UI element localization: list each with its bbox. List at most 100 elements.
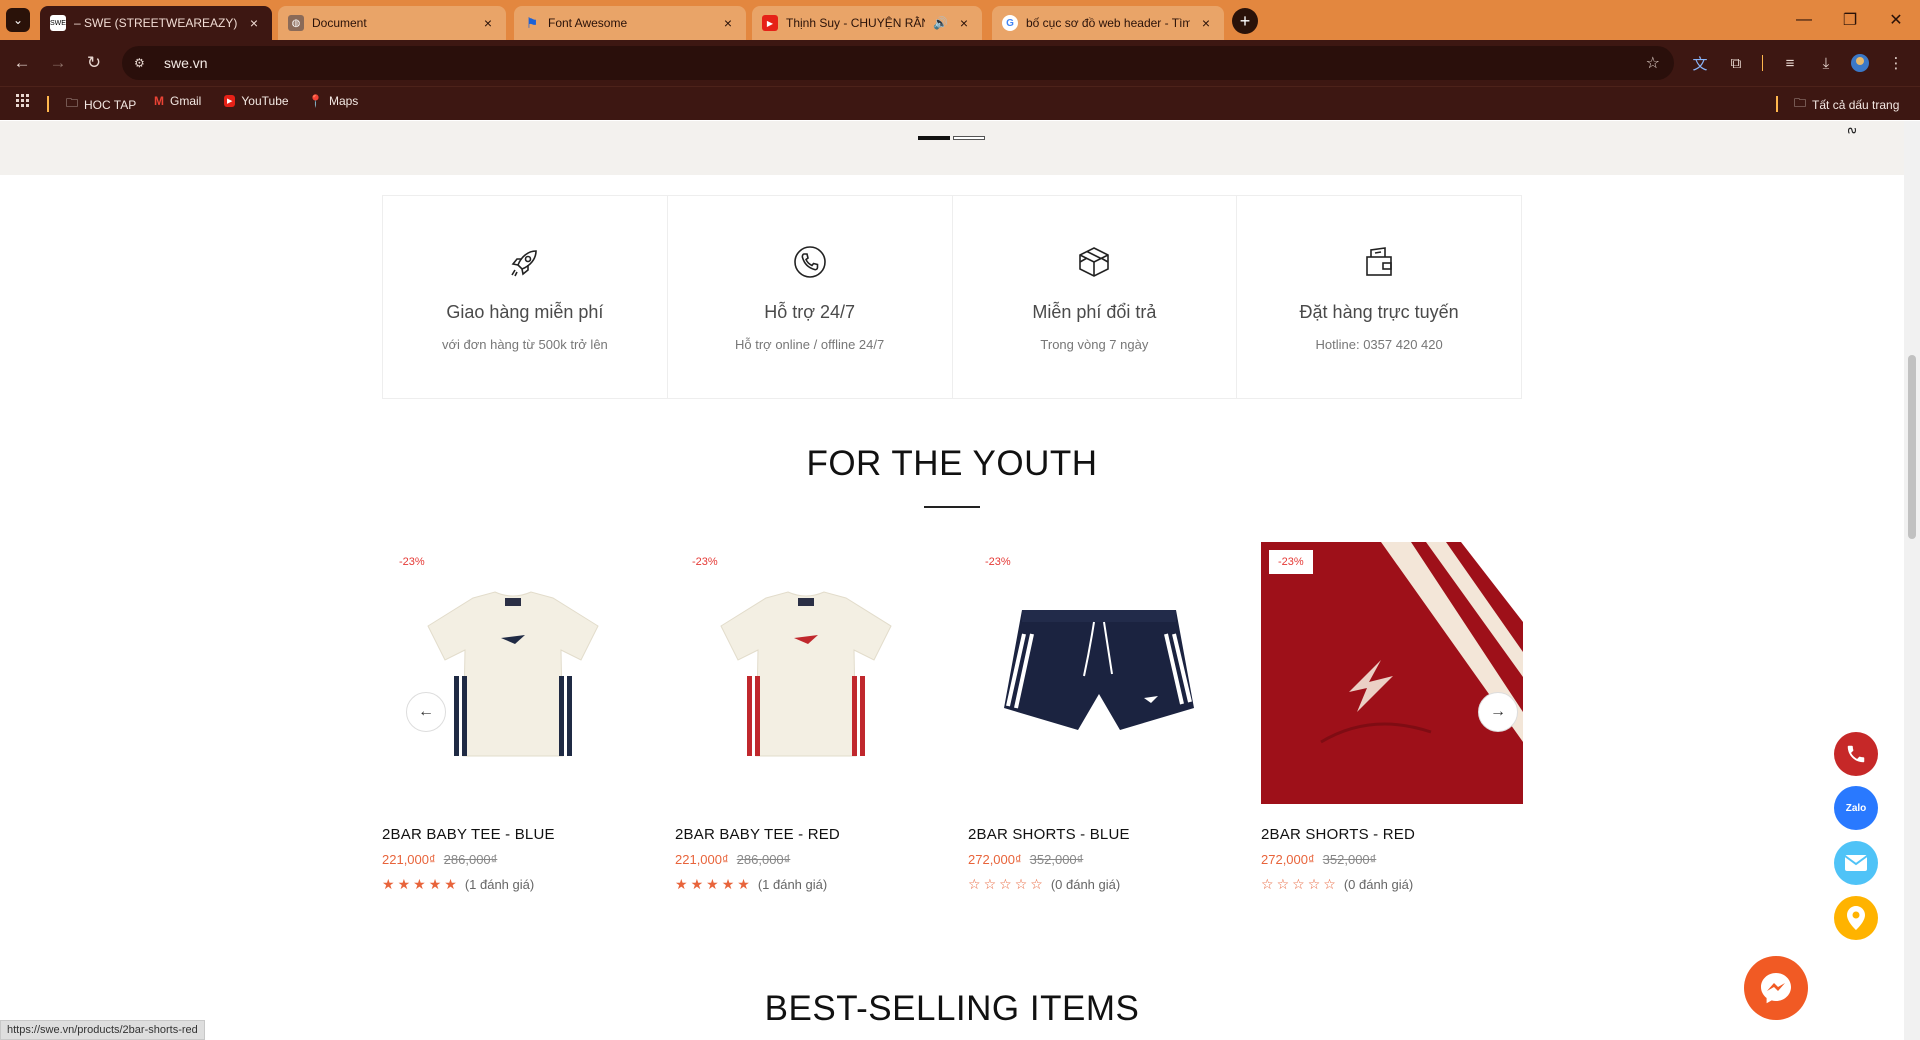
product-price: 221,000₫ — [675, 852, 729, 867]
product-card[interactable]: -23% 2BAR SHORTS - BLUE 272,000₫ 352,000… — [968, 542, 1230, 893]
tab-font-awesome[interactable]: ⚑ Font Awesome × — [514, 6, 746, 40]
bookmark-star-icon[interactable]: ☆ — [1646, 53, 1660, 73]
site-info-icon[interactable]: ⚙ — [134, 56, 154, 70]
product-image[interactable]: -23% — [1261, 542, 1523, 804]
price-row: 221,000₫ 286,000₫ — [382, 852, 644, 867]
all-bookmarks-label: Tất cả dấu trang — [1812, 97, 1900, 112]
product-name[interactable]: 2BAR BABY TEE - BLUE — [382, 826, 644, 843]
review-count: (0 đánh giá) — [1050, 877, 1121, 892]
star-outline-icon: ☆ — [968, 876, 981, 892]
youtube-icon: ▶ — [224, 95, 236, 107]
star-outline-icon: ☆ — [1292, 876, 1305, 892]
page-scrollbar[interactable] — [1904, 121, 1920, 1040]
carousel-prev-button[interactable]: ← — [406, 692, 446, 732]
close-icon[interactable]: × — [720, 15, 736, 31]
bookmarks-bar: 🗀 HOC TAP M Gmail ▶ YouTube 📍 Maps 🗀 Tất… — [0, 86, 1920, 120]
close-icon[interactable]: × — [956, 15, 972, 31]
product-rating: ★ ★ ★ ★ ★ (1 đánh giá) — [382, 876, 644, 893]
email-button[interactable] — [1834, 841, 1878, 885]
new-tab-button[interactable]: + — [1232, 8, 1258, 34]
bookmarks-separator — [47, 96, 49, 112]
star-icon: ★ — [428, 876, 442, 892]
product-old-price: 352,000₫ — [1029, 852, 1084, 867]
bookmark-label: Gmail — [170, 94, 202, 108]
close-icon[interactable]: × — [480, 15, 496, 31]
forward-arrow-icon[interactable]: → — [45, 50, 71, 76]
translate-icon[interactable]: 文 — [1688, 52, 1712, 74]
bookmark-label: YouTube — [241, 94, 289, 108]
star-icon: ★ — [721, 876, 735, 892]
product-rating: ☆ ☆ ☆ ☆ ☆ (0 đánh giá) — [968, 876, 1230, 893]
feature-subtitle: Trong vòng 7 ngày — [1040, 337, 1149, 352]
feature-subtitle: Hotline: 0357 420 420 — [1315, 337, 1443, 352]
address-bar[interactable]: ⚙ swe.vn ☆ — [122, 46, 1674, 80]
product-price: 272,000₫ — [1261, 852, 1315, 867]
product-card[interactable]: -23% 2BAR BABY TEE - RED 221,000₫ 286,00… — [675, 542, 937, 893]
product-image[interactable]: -23% — [968, 542, 1230, 804]
browser-toolbar: ← → ↻ ⚙ swe.vn ☆ 文 ⧉ ≡ ⤓ ⋮ — [0, 40, 1920, 86]
more-menu-icon[interactable]: ⋮ — [1884, 52, 1908, 74]
download-icon[interactable]: ⤓ — [1814, 52, 1838, 74]
product-name[interactable]: 2BAR SHORTS - RED — [1261, 826, 1523, 843]
product-rating: ★ ★ ★ ★ ★ (1 đánh giá) — [675, 876, 937, 893]
google-icon: G — [1002, 15, 1018, 31]
wallet-icon — [1359, 242, 1399, 282]
tab-youtube-music[interactable]: ▶ Thịnh Suy - CHUYỆN RẰNG 🔊 × — [752, 6, 982, 40]
close-icon[interactable]: × — [246, 15, 262, 31]
maps-pin-icon: 📍 — [308, 94, 323, 108]
section-divider — [924, 506, 980, 508]
carousel-next-button[interactable]: → — [1478, 692, 1518, 732]
all-bookmarks-button[interactable]: 🗀 Tất cả dấu trang — [1794, 94, 1899, 115]
tab-title: Font Awesome — [548, 16, 628, 30]
reload-icon[interactable]: ↻ — [81, 50, 107, 76]
star-outline-icon: ☆ — [1307, 876, 1321, 892]
bookmark-maps[interactable]: 📍 Maps — [308, 94, 358, 108]
browser-tab-bar: ⌄ SWE – SWE (STREETWEAREAZY) × ◍ Documen… — [0, 0, 1920, 40]
location-button[interactable] — [1834, 896, 1878, 940]
window-close-icon[interactable]: ✕ — [1876, 6, 1916, 34]
product-image[interactable]: -23% — [675, 542, 937, 804]
star-outline-icon: ☆ — [1276, 876, 1290, 892]
zalo-button[interactable]: Zalo — [1834, 786, 1878, 830]
product-carousel: ← → -23% 2BAR BABY TEE - BLUE 221,000₫ 2… — [382, 542, 1523, 892]
feature-title: Giao hàng miễn phí — [446, 302, 604, 322]
address-url[interactable]: swe.vn — [164, 55, 208, 71]
product-name[interactable]: 2BAR SHORTS - BLUE — [968, 826, 1230, 843]
product-old-price: 286,000₫ — [736, 852, 791, 867]
extensions-icon[interactable]: ⧉ — [1724, 52, 1748, 74]
star-icon: ★ — [737, 876, 750, 892]
star-outline-icon: ☆ — [999, 876, 1012, 892]
call-button[interactable] — [1834, 732, 1878, 776]
product-price: 221,000₫ — [382, 852, 436, 867]
close-icon[interactable]: × — [1198, 15, 1214, 31]
back-arrow-icon[interactable]: ← — [9, 50, 35, 76]
tab-swe[interactable]: SWE – SWE (STREETWEAREAZY) × — [40, 6, 272, 40]
speaker-icon[interactable]: 🔊 — [933, 16, 948, 30]
slider-dot-active[interactable] — [918, 136, 950, 140]
folder-icon: 🗀 — [66, 96, 79, 110]
star-outline-icon: ☆ — [1030, 876, 1043, 892]
product-image[interactable]: -23% — [382, 542, 644, 804]
globe-icon: ◍ — [288, 15, 304, 31]
scrollbar-thumb[interactable] — [1908, 355, 1916, 539]
star-icon: ★ — [706, 876, 719, 892]
tab-document[interactable]: ◍ Document × — [278, 6, 506, 40]
messenger-chat-button[interactable] — [1744, 956, 1808, 1020]
tab-search-button[interactable]: ⌄ — [6, 8, 30, 32]
font-awesome-flag-icon: ⚑ — [525, 14, 539, 31]
product-name[interactable]: 2BAR BABY TEE - RED — [675, 826, 937, 843]
restore-icon[interactable]: ❐ — [1830, 6, 1870, 34]
media-controls-icon[interactable]: ≡ — [1778, 52, 1802, 74]
bookmark-youtube[interactable]: ▶ YouTube — [224, 94, 289, 108]
star-outline-icon: ☆ — [983, 876, 997, 892]
minimize-icon[interactable]: — — [1784, 6, 1824, 34]
profile-avatar[interactable] — [1848, 52, 1872, 74]
bookmark-gmail[interactable]: M Gmail — [154, 94, 201, 108]
slider-dot[interactable] — [953, 136, 985, 140]
product-price: 272,000₫ — [968, 852, 1022, 867]
feature-title: Đặt hàng trực tuyến — [1299, 302, 1459, 322]
product-old-price: 286,000₫ — [443, 852, 498, 867]
bookmark-hoc-tap[interactable]: 🗀 HOC TAP — [66, 94, 136, 115]
tab-google-search[interactable]: G bố cục sơ đồ web header - Tìm × — [992, 6, 1224, 40]
apps-grid-icon[interactable] — [16, 94, 30, 108]
